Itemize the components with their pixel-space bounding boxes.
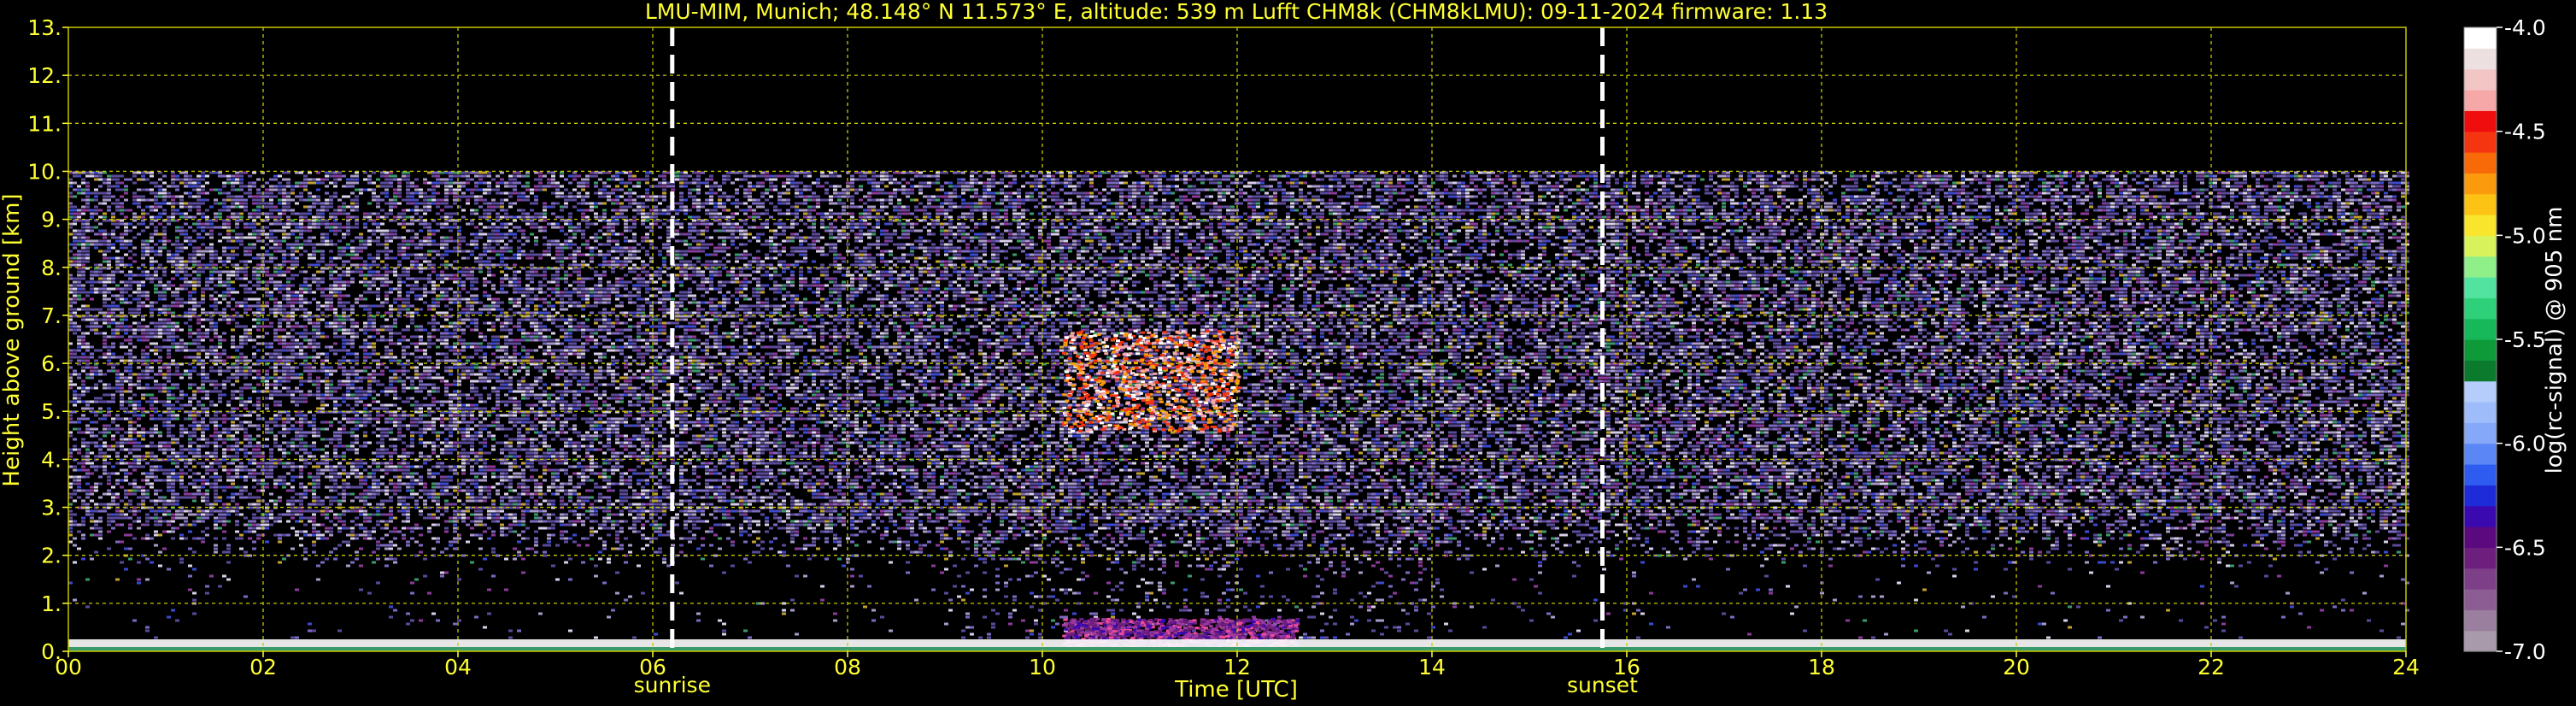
colorbar-segment [2464, 360, 2497, 381]
colorbar-segment [2464, 110, 2497, 132]
colorbar-segment [2464, 589, 2497, 610]
y-tick-label: 8. [41, 256, 62, 280]
colorbar-segment [2464, 48, 2497, 69]
y-tick-label: 10. [27, 159, 62, 184]
x-tick-label: 04 [444, 655, 472, 680]
colorbar-segment [2464, 319, 2497, 340]
colorbar-segment [2464, 256, 2497, 278]
colorbar-tick-label: -5.5 [2504, 327, 2546, 352]
x-tick-label: 18 [1808, 655, 1835, 680]
y-tick-label: 9. [41, 208, 62, 232]
x-tick-label: 10 [1029, 655, 1056, 680]
y-tick-label: 7. [41, 303, 62, 328]
x-tick-label: 14 [1418, 655, 1446, 680]
y-axis-label: Height above ground [km] [0, 193, 25, 486]
colorbar-tick-label: -4.0 [2504, 15, 2546, 40]
colorbar-segment [2464, 527, 2497, 548]
colorbar-segment [2464, 506, 2497, 527]
colorbar-segment [2464, 90, 2497, 111]
colorbar-tick-label: -4.5 [2504, 120, 2546, 144]
y-tick-label: 13. [27, 15, 62, 40]
colorbar-segment [2464, 152, 2497, 174]
y-tick-label: 2. [41, 544, 62, 568]
x-tick-label: 22 [2198, 655, 2225, 680]
y-tick-label: 1. [41, 591, 62, 616]
y-tick-label: 12. [27, 63, 62, 88]
plot-area [68, 27, 2409, 651]
colorbar-segment [2464, 235, 2497, 256]
colorbar-segment [2464, 381, 2497, 403]
colorbar-segment [2464, 69, 2497, 91]
ceilometer-chart: LMU-MIM, Munich; 48.148° N 11.573° E, al… [0, 0, 2576, 706]
sunset-label: sunset [1567, 673, 1638, 697]
colorbar-segment [2464, 547, 2497, 568]
colorbar-tick-label: -6.0 [2504, 432, 2546, 456]
y-tick-label: 0. [41, 639, 62, 664]
x-axis-label: Time [UTC] [1174, 677, 1298, 703]
x-tick-label: 08 [834, 655, 861, 680]
colorbar-segment [2464, 277, 2497, 298]
x-tick-label: 20 [2003, 655, 2030, 680]
x-tick-label: 24 [2392, 655, 2420, 680]
colorbar-segment [2464, 609, 2497, 631]
colorbar-segment [2464, 297, 2497, 319]
colorbar-segment [2464, 132, 2497, 153]
colorbar-label: log(rc-signal) @ 905 nm [2542, 207, 2567, 474]
chart-title: LMU-MIM, Munich; 48.148° N 11.573° E, al… [645, 0, 1828, 24]
colorbar-segment [2464, 568, 2497, 590]
y-tick-label: 3. [41, 496, 62, 521]
colorbar-segment [2464, 27, 2497, 49]
colorbar-tick-label: -7.0 [2504, 639, 2546, 664]
colorbar-segment [2464, 485, 2497, 506]
y-tick-label: 11. [27, 111, 62, 136]
sunrise-label: sunrise [634, 673, 711, 697]
x-tick-label: 02 [249, 655, 277, 680]
y-tick-label: 4. [41, 447, 62, 472]
colorbar-tick-label: -6.5 [2504, 535, 2546, 560]
y-tick-label: 5. [41, 399, 62, 424]
colorbar-segment [2464, 631, 2497, 652]
colorbar-segment [2464, 215, 2497, 236]
colorbar-segment [2464, 422, 2497, 444]
colorbar-segment [2464, 173, 2497, 194]
colorbar-segment [2464, 402, 2497, 423]
colorbar-segment [2464, 194, 2497, 215]
colorbar-segment [2464, 444, 2497, 465]
y-tick-label: 6. [41, 351, 62, 376]
x-tick-label: 12 [1223, 655, 1251, 680]
colorbar-tick-label: -5.0 [2504, 223, 2546, 248]
colorbar-segment [2464, 464, 2497, 485]
colorbar [2464, 27, 2497, 652]
colorbar-segment [2464, 339, 2497, 361]
